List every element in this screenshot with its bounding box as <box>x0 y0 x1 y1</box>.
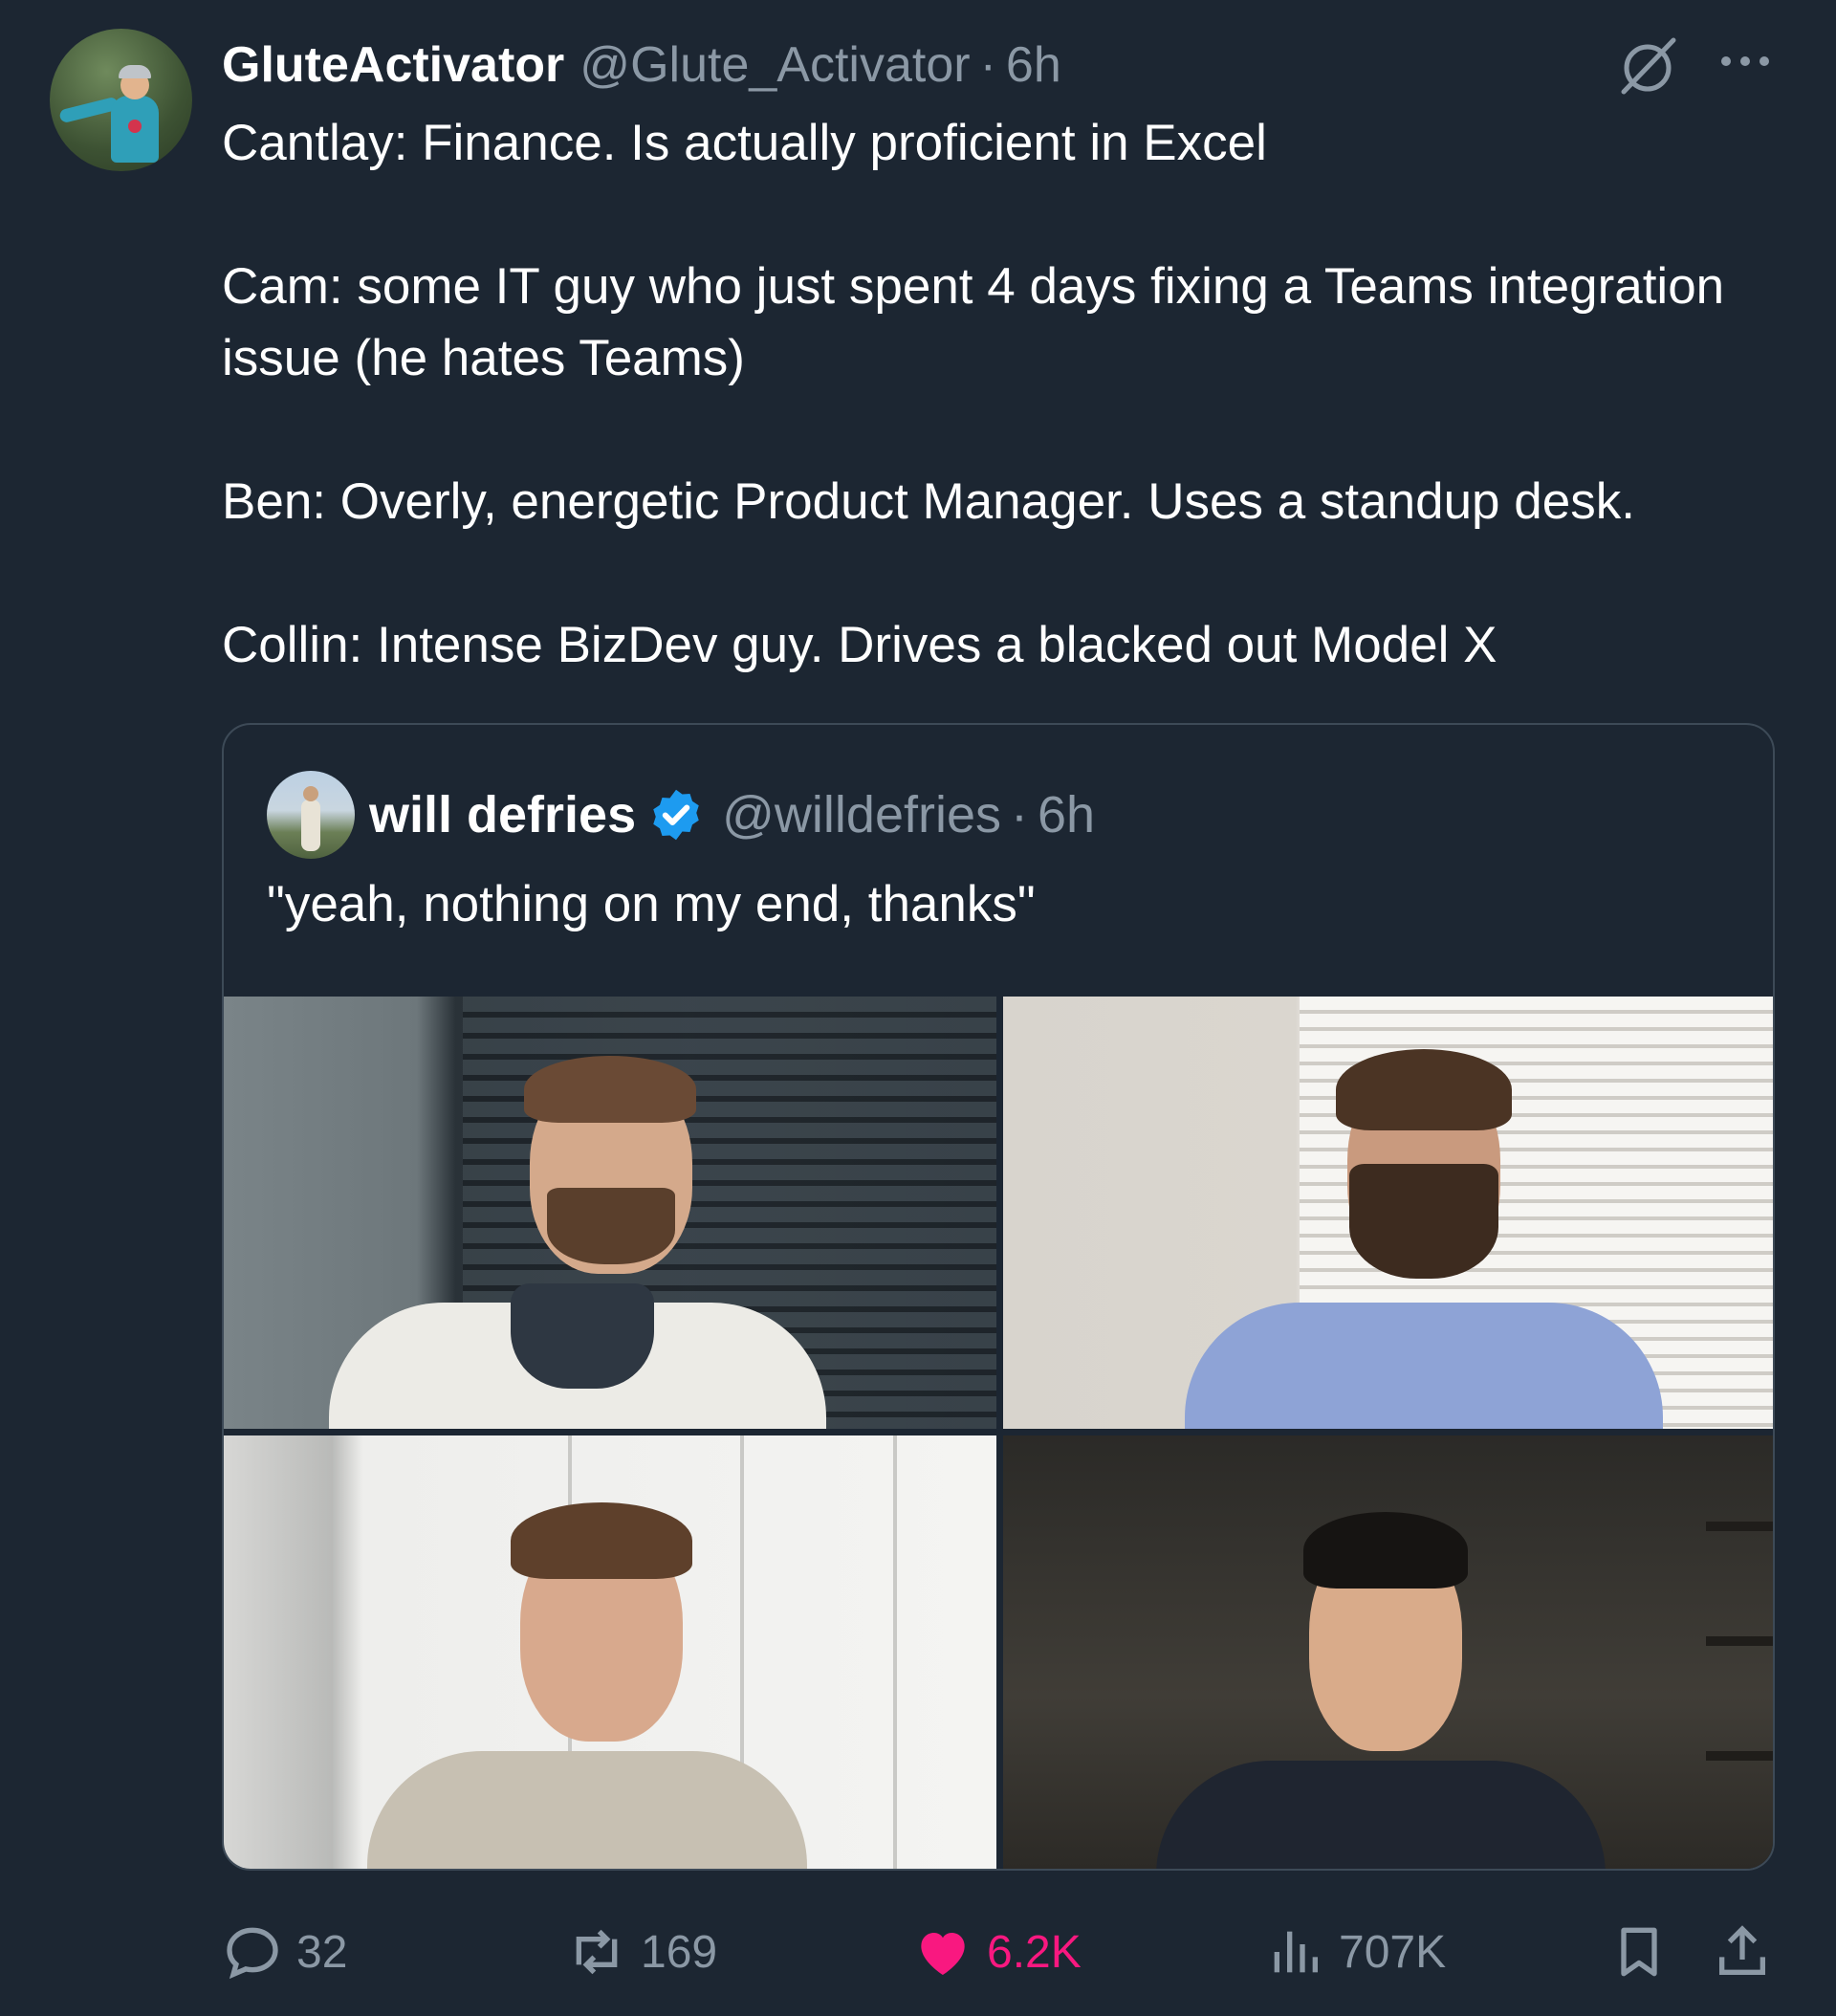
view-count: 707K <box>1339 1926 1447 1978</box>
quote-author-handle[interactable]: @willdefries <box>722 785 1001 844</box>
separator: · <box>1011 786 1028 844</box>
quote-text: "yeah, nothing on my end, thanks" <box>267 876 1036 932</box>
repost-count: 169 <box>641 1926 718 1978</box>
video-call-image[interactable] <box>224 997 1773 1869</box>
quote-timestamp[interactable]: 6h <box>1038 785 1095 844</box>
tweet-line: Cam: some IT guy who just spent 4 days f… <box>222 258 1725 386</box>
quoted-tweet[interactable]: will defries @willdefries · 6h "yeah, no… <box>222 723 1775 1871</box>
action-bar: 32 169 6.2K 707K <box>222 1909 1771 1995</box>
reply-icon <box>227 1927 278 1980</box>
grok-icon[interactable] <box>1616 34 1679 98</box>
verified-icon <box>653 789 699 841</box>
author-name[interactable]: GluteActivator <box>222 36 564 94</box>
tweet-line: Cantlay: Finance. Is actually proficient… <box>222 115 1267 171</box>
quote-author-row: will defries @willdefries · 6h <box>369 778 1095 851</box>
separator: · <box>979 37 996 93</box>
views-icon <box>1274 1931 1318 1973</box>
bookmark-button[interactable] <box>1608 1909 1683 1995</box>
author-handle[interactable]: @Glute_Activator <box>579 36 970 94</box>
tweet-text: Cantlay: Finance. Is actually proficient… <box>222 107 1790 681</box>
views-button[interactable]: 707K <box>1264 1909 1446 1995</box>
share-button[interactable] <box>1712 1909 1786 1995</box>
tweet-line: Ben: Overly, energetic Product Manager. … <box>222 473 1635 530</box>
bookmark-icon <box>1621 1927 1657 1977</box>
share-icon <box>1719 1925 1765 1975</box>
reply-count: 32 <box>296 1926 348 1978</box>
quote-author-avatar[interactable] <box>267 771 355 859</box>
like-count: 6.2K <box>987 1926 1082 1978</box>
author-row: GluteActivator @Glute_Activator · 6h <box>222 34 1061 96</box>
reply-button[interactable]: 32 <box>222 1909 347 1995</box>
more-icon[interactable] <box>1719 50 1771 73</box>
heart-icon <box>921 1933 965 1975</box>
video-tile <box>224 997 996 1429</box>
video-tile <box>1003 1435 1773 1869</box>
video-tile <box>224 1435 996 1869</box>
like-button[interactable]: 6.2K <box>912 1909 1082 1995</box>
quote-author-name[interactable]: will defries <box>369 785 636 844</box>
video-tile <box>1003 997 1773 1429</box>
author-avatar[interactable] <box>50 29 192 171</box>
repost-button[interactable]: 169 <box>566 1909 717 1995</box>
tweet-line: Collin: Intense BizDev guy. Drives a bla… <box>222 617 1497 673</box>
tweet[interactable]: GluteActivator @Glute_Activator · 6h Can… <box>0 0 1836 2016</box>
timestamp[interactable]: 6h <box>1006 36 1061 94</box>
repost-icon <box>576 1929 618 1975</box>
